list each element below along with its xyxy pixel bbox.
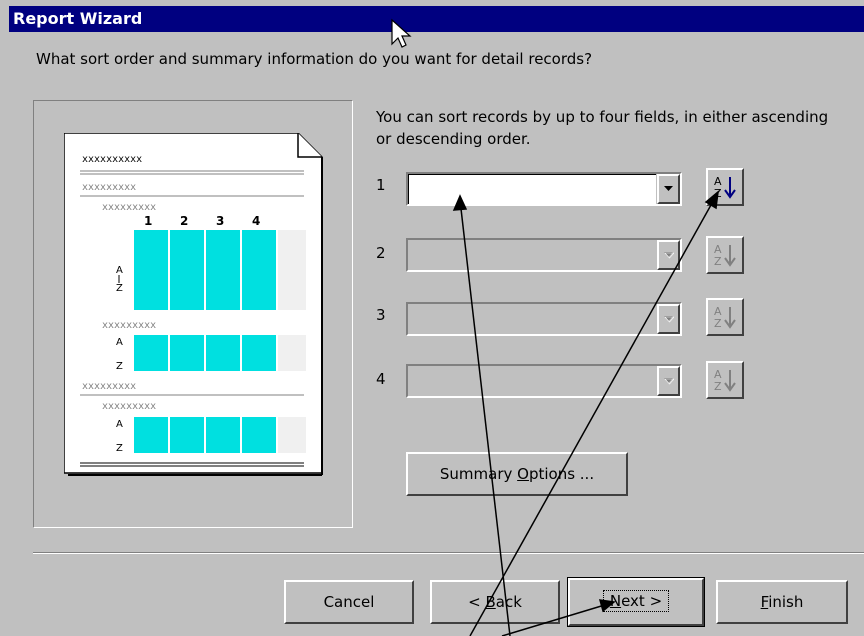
preview-report-title: xxxxxxxxxx (82, 154, 142, 165)
sort-field-1-combo[interactable] (406, 172, 682, 206)
cancel-button[interactable]: Cancel (284, 580, 414, 624)
preview-sort-a: A (116, 419, 123, 430)
sort-ascending-icon: A Z (714, 175, 736, 200)
preview-sort-a: A (116, 265, 123, 276)
preview-group-header: xxxxxxxxx (82, 381, 136, 392)
preview-column-number: 2 (180, 214, 188, 228)
preview-column-number: 1 (144, 214, 152, 228)
sort-field-1-value[interactable] (408, 174, 656, 204)
preview-sort-z: Z (116, 443, 123, 454)
sort-order-1-button[interactable]: A Z (706, 168, 744, 206)
preview-subgroup-header: xxxxxxxxx (102, 320, 156, 331)
preview-sort-z: Z (116, 283, 123, 294)
sort-row-number: 3 (376, 306, 386, 324)
sort-ascending-icon: A Z (714, 243, 736, 268)
sort-ascending-icon: A Z (714, 368, 736, 393)
sort-field-2-combo[interactable] (406, 238, 682, 272)
sort-order-4-button[interactable]: A Z (706, 361, 744, 399)
preview-detail-block (134, 230, 306, 310)
window-title: Report Wizard (13, 9, 143, 28)
preview-sort-z: Z (116, 361, 123, 372)
report-preview-illustration: xxxxxxxxxx xxxxxxxxx xxxxxxxxx 1 2 3 4 A… (64, 133, 323, 476)
sort-field-4-value[interactable] (408, 366, 656, 396)
sort-order-3-button[interactable]: A Z (706, 298, 744, 336)
preview-detail-block (134, 417, 306, 453)
dropdown-arrow-icon[interactable] (657, 174, 680, 204)
preview-sort-a: A (116, 337, 123, 348)
finish-label: Finish (760, 593, 804, 611)
preview-column-number: 3 (216, 214, 224, 228)
sort-field-3-value[interactable] (408, 304, 656, 334)
dropdown-arrow-icon[interactable] (657, 240, 680, 270)
wizard-question: What sort order and summary information … (36, 50, 593, 68)
sort-row-number: 4 (376, 370, 386, 388)
sort-field-2-value[interactable] (408, 240, 656, 270)
next-button[interactable]: Next > (567, 577, 705, 627)
back-button[interactable]: < Back (430, 580, 560, 624)
summary-options-button[interactable]: Summary Options ... (406, 452, 628, 496)
back-label: < Back (468, 593, 522, 611)
summary-options-label: Summary Options ... (439, 465, 595, 483)
svg-text:Z: Z (714, 187, 722, 200)
next-label: Next > (602, 590, 670, 612)
sort-instructions: You can sort records by up to four field… (376, 108, 829, 148)
sort-order-2-button[interactable]: A Z (706, 236, 744, 274)
sort-field-4-combo[interactable] (406, 364, 682, 398)
button-separator (33, 552, 864, 554)
finish-button[interactable]: Finish (716, 580, 848, 624)
sort-ascending-icon: A Z (714, 305, 736, 330)
preview-subgroup-header: xxxxxxxxx (102, 401, 156, 412)
sort-field-3-combo[interactable] (406, 302, 682, 336)
svg-text:Z: Z (714, 317, 722, 330)
dropdown-arrow-icon[interactable] (657, 366, 680, 396)
sort-row-number: 1 (376, 176, 386, 194)
sort-row-number: 2 (376, 244, 386, 262)
cancel-label: Cancel (323, 593, 375, 611)
preview-detail-block (134, 335, 306, 371)
preview-subgroup-header: xxxxxxxxx (102, 202, 156, 213)
preview-group-header: xxxxxxxxx (82, 182, 136, 193)
preview-column-number: 4 (252, 214, 260, 228)
dropdown-arrow-icon[interactable] (657, 304, 680, 334)
svg-text:Z: Z (714, 255, 722, 268)
svg-text:Z: Z (714, 380, 722, 393)
title-bar: Report Wizard (9, 6, 864, 32)
